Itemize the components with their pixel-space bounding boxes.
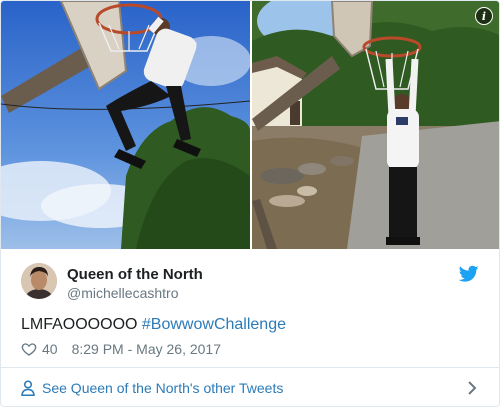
hashtag-link[interactable]: #BowwowChallenge	[142, 316, 286, 333]
tweet-card: i Queen of the North @michellecashtro LM…	[0, 0, 500, 407]
see-other-tweets-link[interactable]: See Queen of the North's other Tweets	[1, 368, 499, 406]
author-name[interactable]: Queen of the North	[67, 266, 203, 283]
media-photo-left[interactable]	[1, 1, 250, 249]
see-other-tweets-label[interactable]: See Queen of the North's other Tweets	[42, 380, 283, 396]
like-count[interactable]: 40	[42, 341, 58, 357]
tweet-text-body: LMFAOOOOOO	[21, 316, 142, 333]
media-photo-right[interactable]: i	[252, 1, 499, 249]
tweet-timestamp[interactable]: 8:29 PM - May 26, 2017	[72, 341, 221, 357]
heart-icon[interactable]	[21, 341, 37, 357]
tweet-media[interactable]: i	[1, 1, 499, 249]
person-icon	[21, 380, 35, 396]
chevron-right-icon[interactable]	[467, 381, 477, 395]
tweet-author-row: Queen of the North @michellecashtro	[21, 263, 481, 303]
avatar[interactable]	[21, 263, 57, 299]
author-handle[interactable]: @michellecashtro	[67, 285, 178, 301]
info-icon[interactable]: i	[475, 7, 493, 25]
twitter-bird-icon[interactable]	[459, 265, 479, 283]
tweet-text: LMFAOOOOOO #BowwowChallenge	[21, 316, 286, 334]
tweet-meta: 40 8:29 PM - May 26, 2017	[21, 341, 221, 357]
